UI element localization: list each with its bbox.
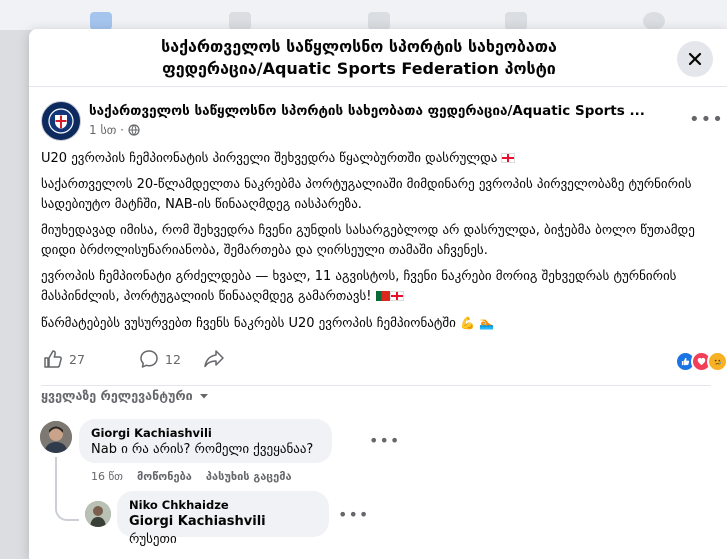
close-button[interactable]	[677, 41, 713, 77]
modal-title-line1: საქართველოს საწყლოსნო სპორტის სახეობათა	[161, 37, 557, 56]
post-paragraph-4-text: ევროპის ჩემპიონატი გრძელდება — ხვალ, 11 …	[41, 269, 677, 304]
modal-title: საქართველოს საწყლოსნო სპორტის სახეობათა …	[69, 36, 649, 80]
georgia-flag-icon	[501, 153, 516, 163]
avatar-image	[85, 501, 111, 527]
commenter-avatar[interactable]	[85, 501, 111, 527]
post-options-icon[interactable]: •••	[689, 109, 724, 130]
post-paragraph: U20 ევროპის ჩემპიონატის პირველი შეხვედრა…	[41, 149, 711, 169]
commenter-avatar[interactable]	[40, 421, 72, 453]
comment-sort-dropdown[interactable]: ყველაზე რელევანტური	[41, 388, 209, 403]
comment-time[interactable]: 16 წთ	[91, 470, 123, 483]
comment-meta: 16 წთ მოწონება პასუხის გაცემა	[91, 470, 292, 483]
portugal-flag-icon	[375, 291, 390, 301]
home-icon[interactable]	[90, 12, 112, 30]
comment-mention[interactable]: Giorgi Kachiashvili	[129, 514, 266, 529]
modal-header: საქართველოს საწყლოსნო სპორტის სახეობათა …	[29, 29, 727, 87]
section-divider	[41, 385, 711, 386]
chevron-down-icon	[199, 393, 208, 398]
groups-icon[interactable]	[368, 12, 390, 30]
close-icon	[688, 52, 702, 66]
post-paragraph-5-text: წარმატებებს ვუსურვებთ ჩვენს ნაკრებს U20 …	[41, 316, 456, 331]
globe-icon	[128, 124, 140, 136]
page-name-link[interactable]: საქართველოს საწყლოსნო სპორტის სახეობათა …	[89, 103, 689, 119]
comment-reply-button[interactable]: პასუხის გაცემა	[206, 470, 292, 483]
modal-title-line2: ფედერაცია/Aquatic Sports Federation პოსტ…	[162, 59, 556, 78]
post-paragraph-1-text: U20 ევროპის ჩემპიონატის პირველი შეხვედრა…	[41, 151, 498, 166]
reaction-summary[interactable]	[675, 351, 727, 372]
post-paragraph: ევროპის ჩემპიონატი გრძელდება — ხვალ, 11 …	[41, 267, 711, 307]
comment-reply-text: რუსეთი	[129, 532, 177, 547]
post-header: საქართველოს საწყლოსნო სპორტის სახეობათა …	[41, 101, 724, 143]
comment-like-button[interactable]: მოწონება	[137, 470, 192, 483]
page-avatar[interactable]	[41, 101, 81, 141]
georgia-flag-icon	[389, 291, 404, 301]
sad-reaction-icon	[707, 351, 727, 372]
post-paragraph: წარმატებებს ვუსურვებთ ჩვენს ნაკრებს U20 …	[41, 313, 711, 334]
federation-logo-icon	[48, 108, 74, 134]
comment-author[interactable]: Giorgi Kachiashvili	[91, 426, 320, 441]
post-actions: 27 12	[43, 349, 727, 373]
like-button[interactable]: 27	[43, 349, 85, 369]
comment-bubble: Giorgi Kachiashvili Nab ი რა არის? რომელ…	[79, 419, 332, 463]
comment-button[interactable]: 12	[139, 349, 181, 369]
post-time[interactable]: 1 სთ ·	[89, 123, 124, 137]
thumbs-up-icon	[44, 350, 62, 368]
video-icon[interactable]	[229, 12, 251, 30]
comment-author[interactable]: Niko Chkhaidze	[129, 498, 317, 513]
marketplace-icon[interactable]	[505, 12, 527, 30]
top-navigation	[0, 0, 727, 30]
flexed-biceps-icon: 💪	[460, 316, 475, 330]
post-paragraph: მიუხედავად იმისა, რომ შეხვედრა ჩვენი გუნ…	[41, 223, 695, 258]
gaming-icon[interactable]	[643, 12, 665, 30]
comment-sort-label: ყველაზე რელევანტური	[41, 388, 193, 403]
post-meta: 1 სთ ·	[89, 123, 140, 137]
post-paragraph: საქართველოს 20-წლამდელთა ნაკრებმა პორტუგ…	[41, 177, 692, 212]
share-button[interactable]	[203, 349, 225, 369]
comment-icon	[140, 350, 158, 368]
comment-text: Nab ი რა არის? რომელი ქვეყანაა?	[91, 442, 314, 457]
post-text: U20 ევროპის ჩემპიონატის პირველი შეხვედრა…	[41, 149, 711, 340]
like-count: 27	[69, 351, 85, 367]
comment-options-icon[interactable]: •••	[369, 431, 400, 450]
comment-options-icon[interactable]: •••	[338, 505, 369, 524]
comment-count: 12	[165, 351, 181, 367]
swimmer-icon: 🏊	[479, 316, 495, 330]
share-icon	[204, 350, 224, 368]
reply-thread-line	[55, 457, 79, 521]
post-modal: საქართველოს საწყლოსნო სპორტის სახეობათა …	[29, 29, 727, 559]
comment-bubble: Niko Chkhaidze Giorgi Kachiashvili რუსეთ…	[117, 491, 329, 547]
comment-text: Giorgi Kachiashvili რუსეთი	[129, 513, 317, 549]
avatar-image	[40, 421, 72, 453]
